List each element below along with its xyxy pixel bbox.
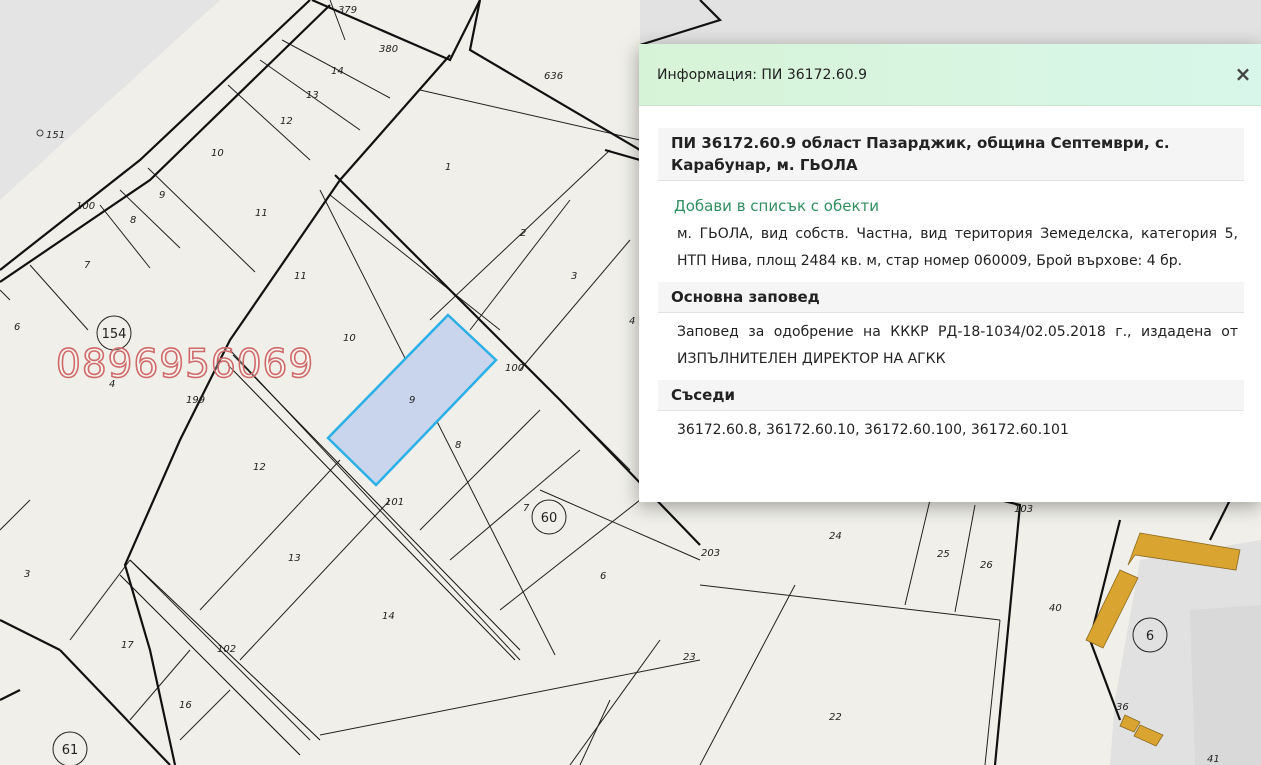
parcel-label: 11 — [294, 271, 307, 282]
parcel-title: ПИ 36172.60.9 област Пазарджик, община С… — [658, 128, 1244, 181]
parcel-label: 10 — [343, 333, 356, 344]
parcel-label: 380 — [379, 44, 398, 55]
info-popup: Информация: ПИ 36172.60.9 × ПИ 36172.60.… — [639, 44, 1261, 502]
parcel-label: 41 — [1207, 754, 1220, 765]
parcel-label: 8 — [455, 440, 461, 451]
parcel-label: 25 — [937, 549, 950, 560]
order-heading: Основна заповед — [658, 282, 1244, 313]
road-area — [0, 0, 220, 200]
parcel-label: 13 — [288, 553, 301, 564]
parcel-label: 26 — [980, 560, 993, 571]
parcel-label: 17 — [121, 640, 134, 651]
neighbours-text: 36172.60.8, 36172.60.10, 36172.60.100, 3… — [677, 422, 1069, 438]
road-area — [1190, 605, 1261, 765]
parcel-label: 4 — [629, 316, 635, 327]
parcel-label: 199 — [186, 395, 205, 406]
parcel-label: 7 — [84, 260, 91, 271]
parcel-label: 9 — [159, 190, 165, 201]
popup-body: ПИ 36172.60.9 област Пазарджик, община С… — [639, 106, 1261, 451]
parcel-label: 24 — [829, 531, 842, 542]
parcel-label: 6 — [600, 571, 606, 582]
parcel-label: 3 — [571, 271, 577, 282]
parcel-label: 13 — [306, 90, 319, 101]
parcel-label: 12 — [253, 462, 266, 473]
parcel-label: 203 — [701, 548, 720, 559]
parcel-label: 7 — [523, 503, 530, 514]
add-to-list-link[interactable]: Добави в списък с обекти — [674, 197, 1244, 215]
circled-label: 6 — [1146, 629, 1154, 644]
neighbours-heading: Съседи — [658, 380, 1244, 411]
parcel-label: 14 — [331, 66, 344, 77]
parcel-label: 151 — [46, 130, 65, 141]
parcel-label: 1 — [445, 162, 451, 173]
parcel-label: 11 — [255, 208, 268, 219]
parcel-label: 40 — [1049, 603, 1062, 614]
parcel-label: 379 — [338, 5, 357, 16]
parcel-label: 36 — [1116, 702, 1129, 713]
phone-watermark: 0896956069 — [55, 341, 315, 388]
circled-label: 60 — [541, 511, 558, 526]
popup-title: Информация: ПИ 36172.60.9 — [657, 67, 868, 83]
parcel-label: 636 — [544, 71, 563, 82]
parcel-label: 23 — [683, 652, 696, 663]
popup-header: Информация: ПИ 36172.60.9 × — [639, 44, 1261, 106]
parcel-label: 16 — [179, 700, 192, 711]
parcel-label: 6 — [14, 322, 20, 333]
parcel-label: 3 — [24, 569, 30, 580]
parcel-label: 100 — [76, 201, 95, 212]
order-text: Заповед за одобрение на КККР РД-18-1034/… — [677, 324, 1238, 367]
parcel-label: 103 — [1014, 504, 1033, 515]
parcel-label: 101 — [385, 497, 404, 508]
close-button[interactable]: × — [1233, 64, 1253, 84]
parcel-label: 9 — [409, 395, 415, 406]
parcel-label: 102 — [217, 644, 236, 655]
parcel-label: 22 — [829, 712, 842, 723]
parcel-label: 10 — [211, 148, 224, 159]
parcel-details: м. ГЬОЛА, вид собств. Частна, вид терито… — [677, 226, 1238, 269]
parcel-label: 100 — [505, 363, 524, 374]
parcel-label: 12 — [280, 116, 293, 127]
parcel-label: 14 — [382, 611, 395, 622]
circled-label: 154 — [102, 327, 127, 342]
road-lines — [119, 354, 521, 756]
road-area — [640, 0, 1261, 45]
circled-label: 61 — [62, 743, 79, 758]
parcel-label: 2 — [520, 228, 526, 239]
parcel-label: 8 — [130, 215, 136, 226]
